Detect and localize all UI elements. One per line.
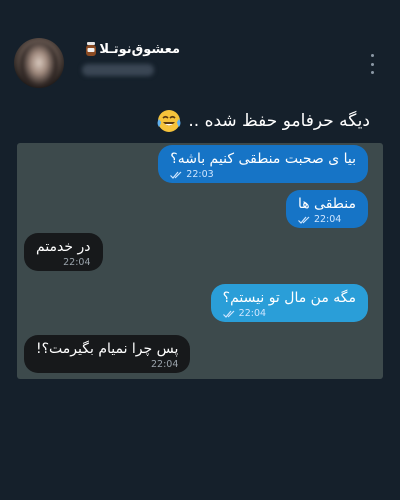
caption-text: دیگه حرفامو حفظ شده .. [188, 111, 370, 131]
more-options-icon[interactable] [368, 54, 376, 74]
message-text: پس چرا نمیام بگیرمت؟! [36, 341, 179, 357]
message-time: 22:04 [63, 257, 91, 268]
message-bubble-outgoing: مگه من مال تو نیستم؟ 22:04 [210, 284, 368, 322]
message-text: بیا ی صحبت منطقی کنیم باشه؟ [170, 151, 356, 167]
message-meta: 22:04 [222, 308, 356, 319]
message-time: 22:04 [313, 214, 342, 225]
message-bubble-incoming: در خدمتم 22:04 [24, 233, 103, 271]
message-bubble-incoming: پس چرا نمیام بگیرمت؟! 22:04 [24, 335, 191, 373]
message-text: مگه من مال تو نیستم؟ [222, 290, 356, 306]
message-meta: 22:03 [170, 169, 356, 180]
double-check-icon [170, 171, 182, 179]
handle-blurred [82, 64, 154, 76]
message-meta: 22:04 [36, 359, 178, 370]
double-check-icon [298, 216, 310, 224]
post-header: معشوق‌نوتـلا [0, 0, 400, 100]
chat-screenshot: بیا ی صحبت منطقی کنیم باشه؟ 22:03 منطقی … [17, 143, 383, 379]
display-name[interactable]: معشوق‌نوتـلا [99, 42, 180, 57]
post-caption: دیگه حرفامو حفظ شده .. [156, 106, 370, 136]
message-meta: 22:04 [36, 257, 91, 268]
jar-icon [86, 42, 96, 56]
message-bubble-outgoing: بیا ی صحبت منطقی کنیم باشه؟ 22:03 [158, 145, 368, 183]
face-with-tears-of-joy-icon [157, 110, 181, 132]
avatar[interactable] [14, 38, 64, 88]
message-meta: 22:04 [298, 214, 356, 225]
message-text: منطقی ها [297, 196, 356, 212]
message-time: 22:04 [151, 359, 179, 370]
message-bubble-outgoing: منطقی ها 22:04 [285, 190, 368, 228]
message-time: 22:04 [238, 308, 267, 319]
double-check-icon [222, 310, 235, 318]
message-text: در خدمتم [36, 239, 91, 255]
message-time: 22:03 [186, 169, 214, 180]
